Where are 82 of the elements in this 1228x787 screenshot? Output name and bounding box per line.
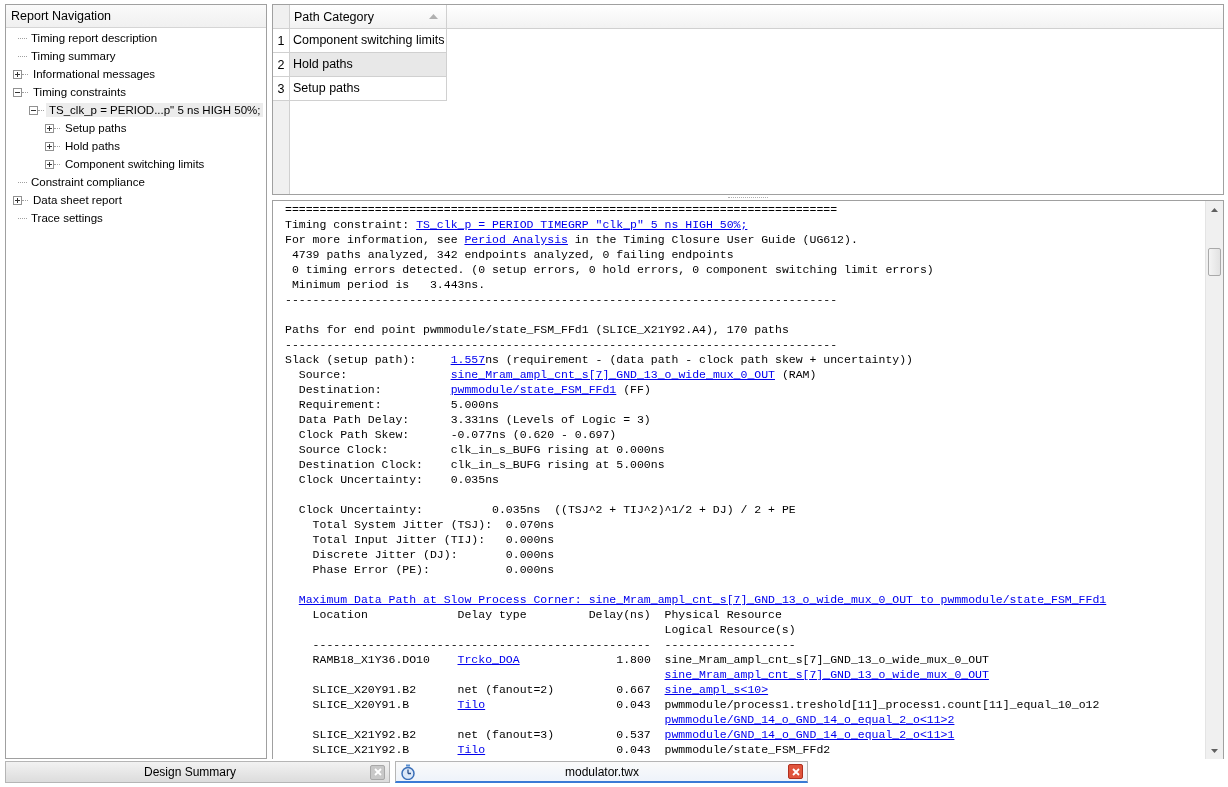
expand-icon[interactable]	[45, 141, 54, 151]
close-icon	[373, 768, 382, 777]
report-line: Logical Resource(s)	[664, 622, 796, 637]
report-line: SLICE_X21Y92.B2 net (fanout=3) 0.537 pwmmodule/GND_14_o_GND_14_o_equal_2_o<11>1	[311, 727, 955, 742]
row-number: 1	[273, 29, 289, 53]
report-line: Data Path Delay: 3.331ns (Levels of Logic = 3)	[297, 412, 651, 427]
report-line: --------------------------------------------------------------------------------	[285, 292, 838, 307]
table-cell[interactable]: Hold paths	[290, 53, 447, 77]
report-link[interactable]: Period Analysis	[464, 233, 568, 246]
expand-icon[interactable]	[45, 123, 54, 133]
tree-item[interactable]: Setup paths	[62, 121, 130, 135]
collapse-icon[interactable]	[13, 87, 22, 97]
report-link[interactable]: Tilo	[457, 743, 486, 756]
report-line: SLICE_X20Y91.B Tilo 0.043 pwmmodule/process1.treshold[11]_process1.count[11]_equal_10_o12	[311, 697, 1100, 712]
scroll-down-icon[interactable]	[1211, 748, 1218, 753]
tree-item[interactable]: Informational messages	[30, 67, 159, 81]
report-line: Paths for end point pwmmodule/state_FSM_FFd1 (SLICE_X21Y92.A4), 170 paths	[285, 322, 789, 337]
report-line: ================================================================================	[285, 202, 838, 217]
collapse-icon[interactable]	[29, 105, 38, 115]
report-line: Source: sine_Mram_ampl_cnt_s[7]_GND_13_o_wide_mux_0_OUT (RAM)	[297, 367, 817, 382]
report-line: Location Delay type Delay(ns) Physical Resource	[311, 607, 782, 622]
column-title: Path Category	[294, 9, 374, 24]
report-link[interactable]: sine_ampl_s<10>	[664, 683, 769, 696]
report-line: Total System Jitter (TSJ): 0.070ns	[311, 517, 555, 532]
report-line: 4739 paths analyzed, 342 endpoints analyzed, 0 failing endpoints	[290, 247, 734, 262]
tree-item[interactable]: Timing summary	[28, 49, 119, 63]
report-link[interactable]: Tilo	[457, 698, 486, 711]
report-line: Minimum period is 3.443ns.	[290, 277, 486, 292]
scrollbar-thumb[interactable]	[1208, 248, 1221, 276]
table-cell[interactable]: Component switching limits	[290, 29, 447, 53]
report-line: ------------------------------------------------- -------------------	[311, 637, 796, 652]
tree-item[interactable]: Timing constraints	[30, 85, 129, 99]
report-line: Destination Clock: clk_in_s_BUFG rising at 5.000ns	[297, 457, 665, 472]
report-link[interactable]: TS_clk_p = PERIOD TIMEGRP "clk_p" 5 ns HIGH 50%;	[416, 218, 748, 231]
report-line: 0 timing errors detected. (0 setup errors, 0 hold errors, 0 component switching limit errors)	[290, 262, 934, 277]
report-link[interactable]: sine_Mram_ampl_cnt_s[7]_GND_13_o_wide_mux_0_OUT	[664, 668, 989, 681]
panel-title: Report Navigation	[6, 5, 266, 28]
report-line: Clock Uncertainty: 0.035ns ((TSJ^2 + TIJ^2)^1/2 + DJ) / 2 + PE	[297, 502, 796, 517]
report-link[interactable]: sine_Mram_ampl_cnt_s[7]_GND_13_o_wide_mux_0_OUT	[450, 368, 775, 381]
report-link[interactable]: pwmmodule/GND_14_o_GND_14_o_equal_2_o<11>2	[664, 713, 955, 726]
tree-item[interactable]: Data sheet report	[30, 193, 125, 207]
report-line: Timing constraint: TS_clk_p = PERIOD TIMEGRP "clk_p" 5 ns HIGH 50%;	[285, 217, 748, 232]
tree-item[interactable]: Constraint compliance	[28, 175, 148, 189]
report-link[interactable]: Maximum Data Path at Slow Process Corner: sine_Mram_ampl_cnt_s[7]_GND_13_o_wide_mux_0_OUT to pwmmodule/state_FSM_FFd1	[298, 593, 1107, 606]
tree-item[interactable]: Hold paths	[62, 139, 123, 153]
report-line: Requirement: 5.000ns	[297, 397, 499, 412]
scroll-up-icon[interactable]	[1211, 207, 1218, 212]
report-line: SLICE_X20Y91.B2 net (fanout=2) 0.667 sine_ampl_s<10>	[311, 682, 769, 697]
document-tab[interactable]: modulator.twx	[395, 761, 808, 784]
expand-icon[interactable]	[45, 159, 54, 169]
report-line: For more information, see Period Analysis in the Timing Closure User Guide (UG612).	[285, 232, 858, 247]
close-icon	[791, 767, 800, 776]
report-line: Clock Uncertainty: 0.035ns	[297, 472, 499, 487]
scrollbar[interactable]	[1205, 201, 1223, 760]
column-header[interactable]: Path Category	[290, 5, 447, 28]
report-line: Phase Error (PE): 0.000ns	[311, 562, 555, 577]
report-link[interactable]: pwmmodule/GND_14_o_GND_14_o_equal_2_o<11>1	[664, 728, 955, 741]
report-link[interactable]: pwmmodule/state_FSM_FFd1	[450, 383, 617, 396]
report-line: RAMB18_X1Y36.DO10 Trcko_DOA 1.800 sine_Mram_ampl_cnt_s[7]_GND_13_o_wide_mux_0_OUT	[311, 652, 989, 667]
tree-item[interactable]: TS_clk_p = PERIOD...p" 5 ns HIGH 50%;	[46, 103, 264, 117]
expand-icon[interactable]	[13, 195, 22, 205]
report-line: Destination: pwmmodule/state_FSM_FFd1 (FF)	[297, 382, 651, 397]
report-line: Source Clock: clk_in_s_BUFG rising at 0.000ns	[297, 442, 665, 457]
report-line: Slack (setup path): 1.557ns (requirement - (data path - clock path skew + uncertainty))	[285, 352, 914, 367]
document-tab[interactable]: Design Summary	[5, 761, 390, 784]
tree-item[interactable]: Trace settings	[28, 211, 106, 225]
stopwatch-icon	[400, 763, 416, 780]
report-line: SLICE_X21Y92.B Tilo 0.043 pwmmodule/state_FSM_FFd2	[311, 742, 831, 757]
close-button[interactable]	[788, 764, 803, 780]
report-link[interactable]: Trcko_DOA	[457, 653, 520, 666]
sort-icon	[429, 14, 438, 19]
report-line: Discrete Jitter (DJ): 0.000ns	[311, 547, 555, 562]
report-line: --------------------------------------------------------------------------------	[285, 337, 838, 352]
row-number: 3	[273, 77, 289, 101]
row-number: 2	[273, 53, 289, 77]
report-line: Total Input Jitter (TIJ): 0.000ns	[311, 532, 555, 547]
report-line: Clock Path Skew: -0.077ns (0.620 - 0.697)	[297, 427, 617, 442]
table-cell[interactable]: Setup paths	[290, 77, 447, 101]
tree-item[interactable]: Component switching limits	[62, 157, 208, 171]
expand-icon[interactable]	[13, 69, 22, 79]
tree-item[interactable]: Timing report description	[28, 31, 161, 45]
report-link[interactable]: 1.557	[450, 353, 486, 366]
